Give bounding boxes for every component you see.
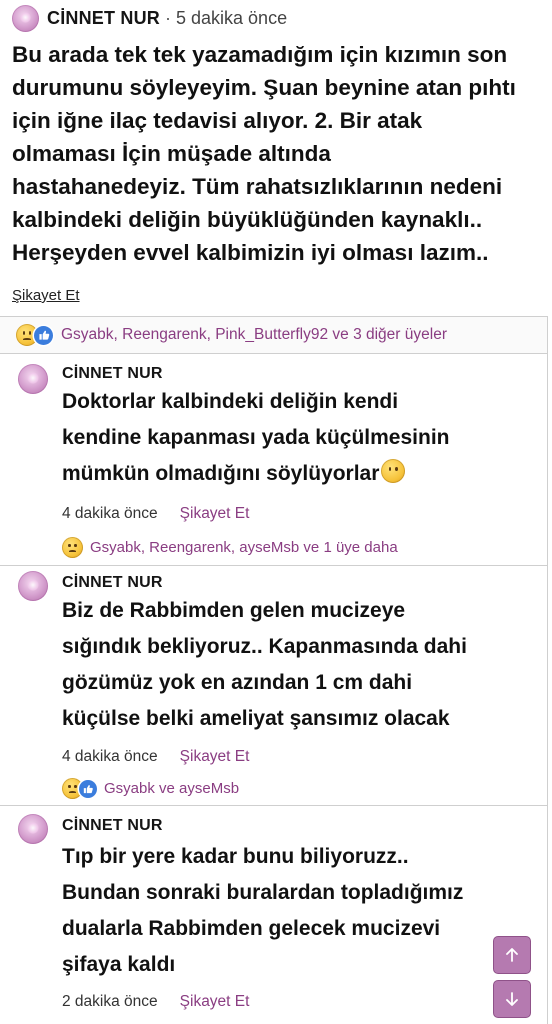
post-body: Bu arada tek tek yazamadığım için kızımı… [12, 42, 516, 265]
report-link[interactable]: Şikayet Et [12, 287, 80, 304]
reply-author[interactable]: CİNNET NUR [62, 574, 163, 592]
avatar[interactable] [12, 4, 39, 32]
avatar[interactable] [18, 571, 48, 601]
worried-emoji-icon [381, 459, 406, 483]
reply-body: Biz de Rabbimden gelen mucizeye sığındık… [62, 599, 467, 730]
post-time: 5 dakika önce [176, 7, 288, 28]
reply-item: CİNNET NUR Biz de Rabbimden gelen mucize… [0, 566, 548, 806]
reply-time: 2 dakika önce [62, 993, 158, 1010]
reply-time: 4 dakika önce [62, 748, 158, 765]
separator-dot: · [165, 7, 171, 28]
post-header: CİNNET NUR · 5 dakika önce [12, 4, 287, 32]
post-reactions[interactable]: Gsyabk, Reengarenk, Pink_Butterfly92 ve … [0, 316, 548, 354]
avatar[interactable] [18, 814, 48, 844]
reply-meta: 4 dakika önce Şikayet Et [62, 505, 249, 523]
report-link[interactable]: Şikayet Et [180, 993, 250, 1011]
reply-meta: 2 dakika önce Şikayet Et [62, 993, 249, 1011]
scroll-up-button[interactable] [493, 936, 531, 974]
sad-emoji-icon [62, 537, 83, 558]
avatar[interactable] [18, 364, 48, 394]
reactions-text[interactable]: Gsyabk, Reengarenk, ayseMsb ve 1 üye dah… [90, 539, 398, 556]
arrow-down-icon [506, 992, 518, 1006]
reply-item: CİNNET NUR Doktorlar kalbindeki deliğin … [0, 354, 548, 566]
reply-author[interactable]: CİNNET NUR [62, 817, 163, 835]
like-icon [79, 779, 97, 798]
report-link[interactable]: Şikayet Et [180, 748, 250, 766]
arrow-up-icon [506, 948, 518, 962]
reply-item: CİNNET NUR Tıp bir yere kadar bunu biliy… [0, 806, 548, 1024]
report-link[interactable]: Şikayet Et [180, 505, 250, 523]
post-author[interactable]: CİNNET NUR [47, 8, 160, 29]
scroll-down-button[interactable] [493, 980, 531, 1018]
reply-time: 4 dakika önce [62, 505, 158, 522]
reply-meta: 4 dakika önce Şikayet Et [62, 748, 249, 766]
reply-reactions[interactable]: Gsyabk ve ayseMsb [62, 778, 239, 799]
reactions-text[interactable]: Gsyabk ve ayseMsb [104, 780, 239, 797]
reply-reactions[interactable]: Gsyabk, Reengarenk, ayseMsb ve 1 üye dah… [62, 537, 398, 558]
reply-body: Tıp bir yere kadar bunu biliyoruzz.. Bun… [62, 845, 464, 976]
reply-author[interactable]: CİNNET NUR [62, 365, 163, 383]
reactions-text[interactable]: Gsyabk, Reengarenk, Pink_Butterfly92 ve … [61, 326, 447, 344]
reply-body: Doktorlar kalbindeki deliğin kendi kendi… [62, 384, 502, 492]
like-icon [34, 325, 53, 345]
